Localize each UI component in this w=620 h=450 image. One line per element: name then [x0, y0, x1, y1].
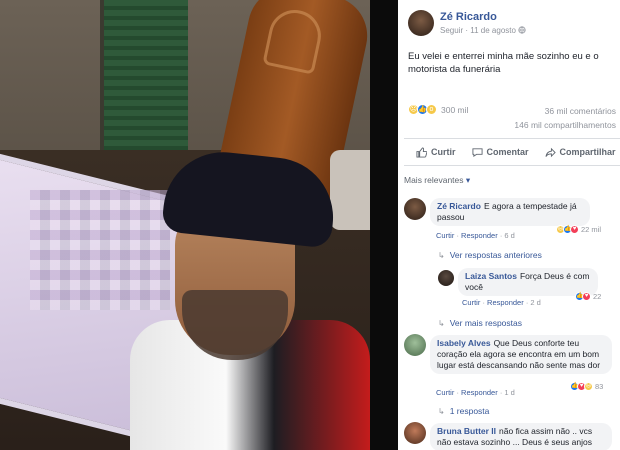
- comment-avatar[interactable]: [404, 198, 426, 220]
- share-count-link[interactable]: 146 mil compartilhamentos: [514, 118, 616, 132]
- comment-reaction-count: 83: [595, 382, 604, 391]
- comment-avatar[interactable]: [404, 422, 426, 444]
- post-side-panel: Zé Ricardo Seguir · 11 de agosto Eu vele…: [398, 0, 620, 450]
- comment-button-label: Comentar: [486, 147, 529, 157]
- reply-arrow-icon: ↳: [438, 318, 445, 328]
- commenter-name[interactable]: Isabely Alves: [437, 338, 491, 348]
- sad-reaction-icon: ☹: [584, 382, 593, 391]
- more-replies-label: Ver mais respostas: [449, 318, 522, 328]
- comment-reactions[interactable]: ☹ 👍 ♥ 22 mil: [556, 225, 601, 234]
- love-reaction-icon: ♥: [582, 292, 591, 301]
- comment-actions: Curtir · Responder · 1 d: [436, 388, 515, 397]
- comment-reply-link[interactable]: Responder: [461, 231, 498, 240]
- comment-bubble: Zé Ricardo E agora a tempestade já passou: [430, 198, 590, 226]
- love-reaction-icon: ♥: [570, 225, 579, 234]
- globe-icon: [518, 26, 526, 34]
- thumbs-up-icon: [416, 146, 427, 158]
- reply-actions: Curtir · Responder · 2 d: [462, 298, 541, 307]
- comment-bubble-icon: [471, 147, 483, 157]
- commenter-name[interactable]: Zé Ricardo: [437, 201, 481, 211]
- photo-window-shutter: [100, 0, 188, 160]
- reaction-count: 300 mil: [441, 104, 469, 115]
- comment-action-separator: ·: [482, 298, 485, 307]
- share-button-label: Compartilhar: [559, 147, 616, 157]
- share-button[interactable]: Compartilhar: [544, 147, 616, 158]
- comment-reaction-count: 22 mil: [581, 225, 602, 234]
- comment-avatar[interactable]: [404, 334, 426, 356]
- photo-pixelated-area: [30, 190, 170, 310]
- chevron-down-icon: ▾: [465, 175, 471, 185]
- author-avatar[interactable]: [408, 10, 434, 36]
- one-reply-link[interactable]: ↳ 1 resposta: [438, 406, 489, 416]
- comment-reactions[interactable]: 👍 ♥ ☹ 83: [570, 382, 603, 391]
- wow-reaction-icon: o: [426, 104, 437, 115]
- comment-filter-label: Mais relevantes: [404, 175, 464, 185]
- comment-time[interactable]: 6 d: [504, 231, 514, 240]
- previous-replies-link[interactable]: ↳ Ver respostas anteriores: [438, 250, 542, 260]
- post-action-bar: Curtir Comentar Compartilhar: [404, 138, 620, 166]
- reply-arrow-icon: ↳: [438, 250, 445, 260]
- comment-action-separator: ·: [499, 388, 503, 397]
- comment-reaction-count: 22: [593, 292, 602, 301]
- follow-link[interactable]: Seguir: [440, 26, 463, 35]
- post-meta: Seguir · 11 de agosto: [440, 26, 526, 35]
- like-button-label: Curtir: [431, 147, 456, 157]
- photo-right-edge: [370, 0, 398, 450]
- comment-actions: Curtir · Responder · 6 d: [436, 231, 515, 240]
- previous-replies-label: Ver respostas anteriores: [449, 250, 542, 260]
- comment-bubble: Isabely Alves Que Deus conforte teu coraç…: [430, 335, 612, 374]
- comment-action-separator: ·: [456, 231, 459, 240]
- one-reply-label: 1 resposta: [449, 406, 490, 416]
- comment-time[interactable]: 1 d: [504, 388, 514, 397]
- comment-like-link[interactable]: Curtir: [436, 231, 454, 240]
- comment-count-link[interactable]: 36 mil comentários: [514, 104, 616, 118]
- comment-reply-link[interactable]: Responder: [461, 388, 498, 397]
- post-date[interactable]: 11 de agosto: [470, 26, 516, 35]
- post-stats: 36 mil comentários 146 mil compartilhame…: [514, 104, 616, 132]
- share-arrow-icon: [544, 147, 556, 157]
- more-replies-link[interactable]: ↳ Ver mais respostas: [438, 318, 522, 328]
- comment-reply-link[interactable]: Responder: [487, 298, 524, 307]
- like-button[interactable]: Curtir: [416, 146, 456, 158]
- comment-action-separator: ·: [499, 231, 503, 240]
- comment-reactions[interactable]: 👍 ♥ 22: [575, 292, 601, 301]
- comment-action-separator: ·: [525, 298, 529, 307]
- comment-like-link[interactable]: Curtir: [436, 388, 454, 397]
- post-photo[interactable]: [0, 0, 398, 450]
- comment-button[interactable]: Comentar: [471, 147, 529, 158]
- comment-time[interactable]: 2 d: [530, 298, 540, 307]
- comment-bubble: Bruna Butter II não fica assim não .. vcs…: [430, 423, 612, 450]
- reply-arrow-icon: ↳: [438, 406, 445, 416]
- author-name[interactable]: Zé Ricardo: [440, 11, 497, 23]
- meta-separator: ·: [465, 26, 469, 35]
- commenter-name[interactable]: Laiza Santos: [465, 271, 517, 281]
- commenter-name[interactable]: Bruna Butter II: [437, 426, 496, 436]
- comment-action-separator: ·: [456, 388, 459, 397]
- post-caption: Eu velei e enterrei minha mãe sozinho eu…: [408, 51, 599, 75]
- reaction-summary[interactable]: ☹ 👍 o 300 mil: [408, 104, 468, 115]
- reply-avatar[interactable]: [438, 270, 454, 286]
- comment-like-link[interactable]: Curtir: [462, 298, 480, 307]
- comment-filter-dropdown[interactable]: Mais relevantes ▾: [404, 175, 470, 186]
